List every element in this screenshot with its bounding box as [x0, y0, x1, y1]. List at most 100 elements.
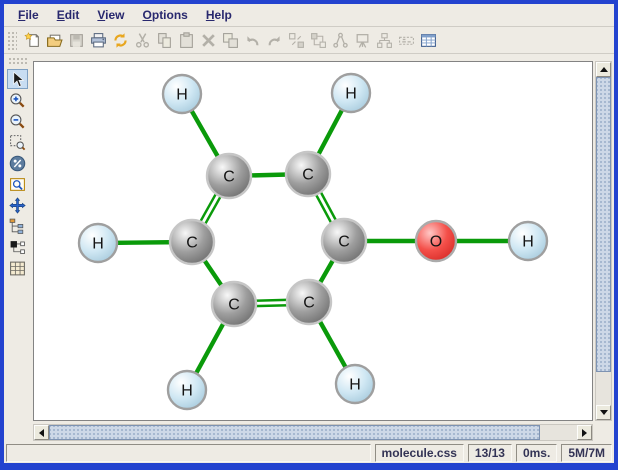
table-button[interactable]: [417, 29, 439, 51]
undo-button[interactable]: [241, 29, 263, 51]
atom-C6[interactable]: C: [287, 280, 331, 324]
menu-view[interactable]: View: [88, 6, 133, 25]
easel-layout-button[interactable]: [351, 29, 373, 51]
svg-text:H: H: [345, 86, 357, 103]
tree-view-icon: [9, 218, 26, 235]
svg-text:H: H: [176, 87, 188, 104]
atom-O1[interactable]: O: [416, 221, 456, 261]
statusbar: molecule.css13/130ms.5M/7M: [4, 443, 614, 463]
shrink-button[interactable]: [285, 29, 307, 51]
atom-H1[interactable]: H: [163, 75, 201, 113]
paste-button[interactable]: [175, 29, 197, 51]
menu-help[interactable]: Help: [197, 6, 241, 25]
overview-tool[interactable]: [7, 174, 28, 194]
palette-drag-handle[interactable]: [7, 56, 28, 66]
scroll-up-button[interactable]: [596, 62, 611, 77]
svg-text:H: H: [349, 377, 361, 394]
scroll-right-button[interactable]: [577, 425, 592, 440]
tool-palette: [4, 54, 31, 443]
tree-view-tool[interactable]: [7, 216, 28, 236]
cut-button[interactable]: [131, 29, 153, 51]
menubar: FileEditViewOptionsHelp: [4, 4, 614, 27]
vertical-scroll-track[interactable]: [596, 77, 611, 405]
print-button[interactable]: [87, 29, 109, 51]
graph-edit-icon: [9, 239, 26, 256]
zoom-in-icon: [9, 92, 26, 109]
redo-button[interactable]: [263, 29, 285, 51]
molecule-drawing[interactable]: C C C C C C O H H H H H H: [34, 62, 592, 420]
svg-text:O: O: [430, 234, 442, 251]
tree-layout-icon: [332, 32, 349, 49]
menu-file[interactable]: File: [9, 6, 48, 25]
svg-text:H: H: [522, 234, 534, 251]
molecule-canvas[interactable]: C C C C C C O H H H H H H: [33, 61, 593, 421]
copy-button[interactable]: [153, 29, 175, 51]
atom-H6[interactable]: H: [336, 365, 374, 403]
left-arrow-icon: [35, 429, 44, 437]
save-button[interactable]: [65, 29, 87, 51]
svg-text:H: H: [181, 383, 193, 400]
vertical-scrollbar: [595, 61, 612, 421]
atom-H2[interactable]: H: [332, 74, 370, 112]
svg-text:C: C: [186, 235, 198, 252]
select-icon: [9, 71, 26, 88]
scroll-down-button[interactable]: [596, 405, 611, 420]
horizontal-scroll-thumb[interactable]: [49, 425, 540, 440]
menu-edit[interactable]: Edit: [48, 6, 89, 25]
zoom-percent-icon: [9, 155, 26, 172]
refresh-icon: [112, 32, 129, 49]
atom-H5[interactable]: H: [168, 371, 206, 409]
copy-icon: [156, 32, 173, 49]
paste-icon: [178, 32, 195, 49]
atom-H3[interactable]: H: [79, 224, 117, 262]
svg-text:C: C: [223, 169, 235, 186]
menu-options[interactable]: Options: [134, 6, 197, 25]
undo-icon: [244, 32, 261, 49]
zoom-percent-tool[interactable]: [7, 153, 28, 173]
atom-C4[interactable]: C: [322, 219, 366, 263]
select-tool[interactable]: [7, 69, 28, 89]
label-edit-icon: [398, 32, 415, 49]
horizontal-scroll-track[interactable]: [49, 425, 577, 440]
open-button[interactable]: [43, 29, 65, 51]
status-node-count: 13/13: [468, 444, 512, 462]
easel-layout-icon: [354, 32, 371, 49]
zoom-area-icon: [9, 134, 26, 151]
svg-text:H: H: [92, 236, 104, 253]
shrink-icon: [288, 32, 305, 49]
svg-text:C: C: [338, 234, 350, 251]
atom-C1[interactable]: C: [207, 154, 251, 198]
horizontal-scrollbar: [33, 424, 593, 441]
redo-icon: [266, 32, 283, 49]
down-arrow-icon: [600, 410, 608, 419]
atom-C2[interactable]: C: [286, 152, 330, 196]
delete-button[interactable]: [197, 29, 219, 51]
clone-button[interactable]: [219, 29, 241, 51]
new-button[interactable]: [21, 29, 43, 51]
scroll-left-button[interactable]: [34, 425, 49, 440]
refresh-button[interactable]: [109, 29, 131, 51]
atom-H4[interactable]: H: [509, 222, 547, 260]
main-content: C C C C C C O H H H H H H: [4, 54, 614, 443]
table-icon: [420, 32, 437, 49]
atom-C5[interactable]: C: [212, 282, 256, 326]
tree-layout-button[interactable]: [329, 29, 351, 51]
toolbar-drag-handle[interactable]: [6, 30, 17, 51]
grid-view-tool[interactable]: [7, 258, 28, 278]
pan-tool[interactable]: [7, 195, 28, 215]
hierarchy-layout-button[interactable]: [373, 29, 395, 51]
scrollbar-corner: [595, 424, 612, 441]
zoom-out-icon: [9, 113, 26, 130]
status-render-time: 0ms.: [516, 444, 557, 462]
overview-icon: [9, 176, 26, 193]
zoom-area-tool[interactable]: [7, 132, 28, 152]
zoom-out-tool[interactable]: [7, 111, 28, 131]
vertical-scroll-thumb[interactable]: [596, 77, 611, 372]
graph-edit-tool[interactable]: [7, 237, 28, 257]
expand-button[interactable]: [307, 29, 329, 51]
atom-C3[interactable]: C: [170, 220, 214, 264]
cut-icon: [134, 32, 151, 49]
zoom-in-tool[interactable]: [7, 90, 28, 110]
expand-icon: [310, 32, 327, 49]
label-edit-button[interactable]: [395, 29, 417, 51]
